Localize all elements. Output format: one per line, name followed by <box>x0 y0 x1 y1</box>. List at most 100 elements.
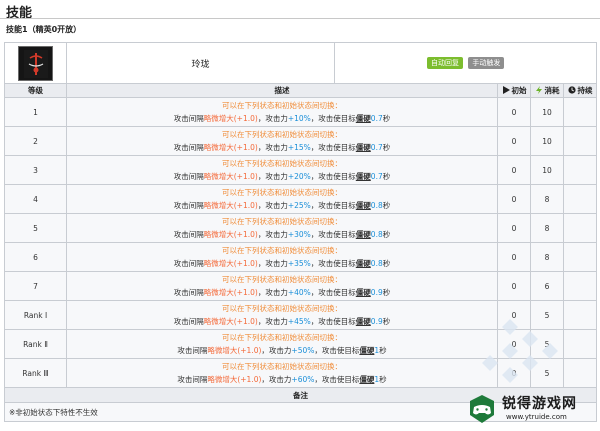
desc-attack-power: ，攻击力 <box>257 317 288 326</box>
desc-interval-value: (+1.0) <box>233 172 258 181</box>
desc-target-effect: ，攻击使目标 <box>310 201 356 210</box>
desc-attack-power: ，攻击力 <box>257 201 288 210</box>
sp-cost-cell: 8 <box>530 184 564 214</box>
desc-duration-value: 0.8 <box>370 259 383 268</box>
description-line1: 可以在下列状态和初始状态间切换： <box>222 362 342 371</box>
desc-duration-value: 0.7 <box>370 143 383 152</box>
desc-seconds: 秒 <box>382 317 391 326</box>
description-cell: 可以在下列状态和初始状态间切换： 攻击间隔略微增大(+1.0)，攻击力+10%，攻… <box>66 97 498 127</box>
skill-section-subtitle: 技能1（精英0开放） <box>6 25 82 34</box>
sp-cost-cell: 10 <box>530 97 564 127</box>
desc-interval-value: (+1.0) <box>233 143 258 152</box>
desc-stiffness: 僵硬 <box>355 230 371 239</box>
desc-increase: 略微增大 <box>203 172 234 181</box>
initial-sp-cell: 0 <box>497 126 531 156</box>
description-line2: 攻击间隔略微增大(+1.0)，攻击力+10%，攻击使目标僵硬0.7秒 <box>67 112 497 125</box>
description-line2: 攻击间隔略微增大(+1.0)，攻击力+30%，攻击使目标僵硬0.8秒 <box>67 228 497 241</box>
desc-attack-bonus: +50% <box>291 346 315 355</box>
column-duration: 持续 <box>562 83 598 98</box>
desc-increase: 略微增大 <box>203 288 234 297</box>
description-cell: 可以在下列状态和初始状态间切换： 攻击间隔略微增大(+1.0)，攻击力+50%，攻… <box>66 329 498 359</box>
desc-stiffness: 僵硬 <box>355 317 371 326</box>
duration-cell <box>562 213 598 243</box>
desc-interval-value: (+1.0) <box>233 201 258 210</box>
description-line1: 可以在下列状态和初始状态间切换： <box>222 188 342 197</box>
desc-stiffness: 僵硬 <box>355 114 371 123</box>
desc-seconds: 秒 <box>379 375 387 384</box>
desc-interval-value: (+1.0) <box>237 375 262 384</box>
desc-attack-interval: 攻击间隔 <box>173 143 204 152</box>
desc-attack-interval: 攻击间隔 <box>173 230 204 239</box>
desc-seconds: 秒 <box>379 346 387 355</box>
desc-attack-power: ，攻击力 <box>261 346 292 355</box>
desc-increase: 略微增大 <box>203 114 234 123</box>
desc-attack-interval: 攻击间隔 <box>177 346 208 355</box>
description-line1: 可以在下列状态和初始状态间切换： <box>222 304 342 313</box>
desc-interval-value: (+1.0) <box>233 114 258 123</box>
column-header-row: 等级 描述 初始 消耗 持续 <box>4 83 598 98</box>
initial-sp-cell: 0 <box>497 155 531 185</box>
initial-sp-cell: 0 <box>497 184 531 214</box>
recovery-type-badge: 自动回复 <box>427 57 463 69</box>
description-cell: 可以在下列状态和初始状态间切换： 攻击间隔略微增大(+1.0)，攻击力+15%，攻… <box>66 126 498 156</box>
column-description: 描述 <box>66 83 498 98</box>
skill-level-row: 3 可以在下列状态和初始状态间切换： 攻击间隔略微增大(+1.0)，攻击力+20%，… <box>4 155 598 185</box>
initial-sp-cell: 0 <box>497 271 531 301</box>
desc-target-effect: ，攻击使目标 <box>310 288 356 297</box>
desc-seconds: 秒 <box>382 201 391 210</box>
description-line1: 可以在下列状态和初始状态间切换： <box>222 246 342 255</box>
column-duration-label: 持续 <box>577 86 593 95</box>
desc-increase: 略微增大 <box>203 143 234 152</box>
level-cell: Rank Ⅲ <box>4 358 67 388</box>
level-cell: 2 <box>4 126 67 156</box>
desc-attack-bonus: +30% <box>287 230 311 239</box>
desc-target-effect: ，攻击使目标 <box>310 114 356 123</box>
skill-level-row: 6 可以在下列状态和初始状态间切换： 攻击间隔略微增大(+1.0)，攻击力+35%，… <box>4 242 598 272</box>
desc-seconds: 秒 <box>382 259 391 268</box>
desc-seconds: 秒 <box>382 230 391 239</box>
trigger-type-badge: 手动触发 <box>468 57 505 69</box>
level-cell: 5 <box>4 213 67 243</box>
description-line2: 攻击间隔略微增大(+1.0)，攻击力+20%，攻击使目标僵硬0.7秒 <box>67 170 497 183</box>
desc-seconds: 秒 <box>382 143 391 152</box>
initial-sp-cell: 0 <box>497 213 531 243</box>
level-cell: Rank Ⅰ <box>4 300 67 330</box>
desc-attack-bonus: +45% <box>287 317 311 326</box>
sp-cost-cell: 10 <box>530 126 564 156</box>
initial-sp-cell: 0 <box>497 242 531 272</box>
desc-stiffness: 僵硬 <box>355 201 371 210</box>
desc-increase: 略微增大 <box>207 375 238 384</box>
description-line2: 攻击间隔略微增大(+1.0)，攻击力+40%，攻击使目标僵硬0.9秒 <box>67 286 497 299</box>
description-line1: 可以在下列状态和初始状态间切换： <box>222 101 342 110</box>
desc-attack-power: ，攻击力 <box>257 172 288 181</box>
column-cost-label: 消耗 <box>544 86 560 95</box>
desc-stiffness: 僵硬 <box>355 288 371 297</box>
level-cell: 6 <box>4 242 67 272</box>
desc-attack-bonus: +15% <box>287 143 311 152</box>
desc-duration-value: 0.9 <box>370 317 383 326</box>
desc-interval-value: (+1.0) <box>233 317 258 326</box>
duration-cell <box>562 126 598 156</box>
desc-attack-interval: 攻击间隔 <box>173 114 204 123</box>
desc-target-effect: ，攻击使目标 <box>310 172 356 181</box>
description-line1: 可以在下列状态和初始状态间切换： <box>222 333 342 342</box>
desc-attack-bonus: +10% <box>287 114 311 123</box>
desc-stiffness: 僵硬 <box>359 375 375 384</box>
column-initial: 初始 <box>497 83 531 98</box>
level-cell: Rank Ⅱ <box>4 329 67 359</box>
skill-name: 玲珑 <box>66 42 335 84</box>
description-line1: 可以在下列状态和初始状态间切换： <box>222 217 342 226</box>
desc-duration-value: 0.9 <box>370 288 383 297</box>
watermark-title: 锐得游戏网 <box>502 396 577 412</box>
level-cell: 3 <box>4 155 67 185</box>
description-line2: 攻击间隔略微增大(+1.0)，攻击力+50%，攻击使目标僵硬1秒 <box>67 344 497 357</box>
desc-stiffness: 僵硬 <box>355 172 371 181</box>
description-cell: 可以在下列状态和初始状态间切换： 攻击间隔略微增大(+1.0)，攻击力+45%，攻… <box>66 300 498 330</box>
desc-attack-bonus: +20% <box>287 172 311 181</box>
desc-seconds: 秒 <box>382 114 391 123</box>
description-line1: 可以在下列状态和初始状态间切换： <box>222 275 342 284</box>
desc-interval-value: (+1.0) <box>233 230 258 239</box>
desc-attack-interval: 攻击间隔 <box>173 201 204 210</box>
skill-emblem-icon <box>18 45 53 81</box>
desc-attack-power: ，攻击力 <box>257 143 288 152</box>
